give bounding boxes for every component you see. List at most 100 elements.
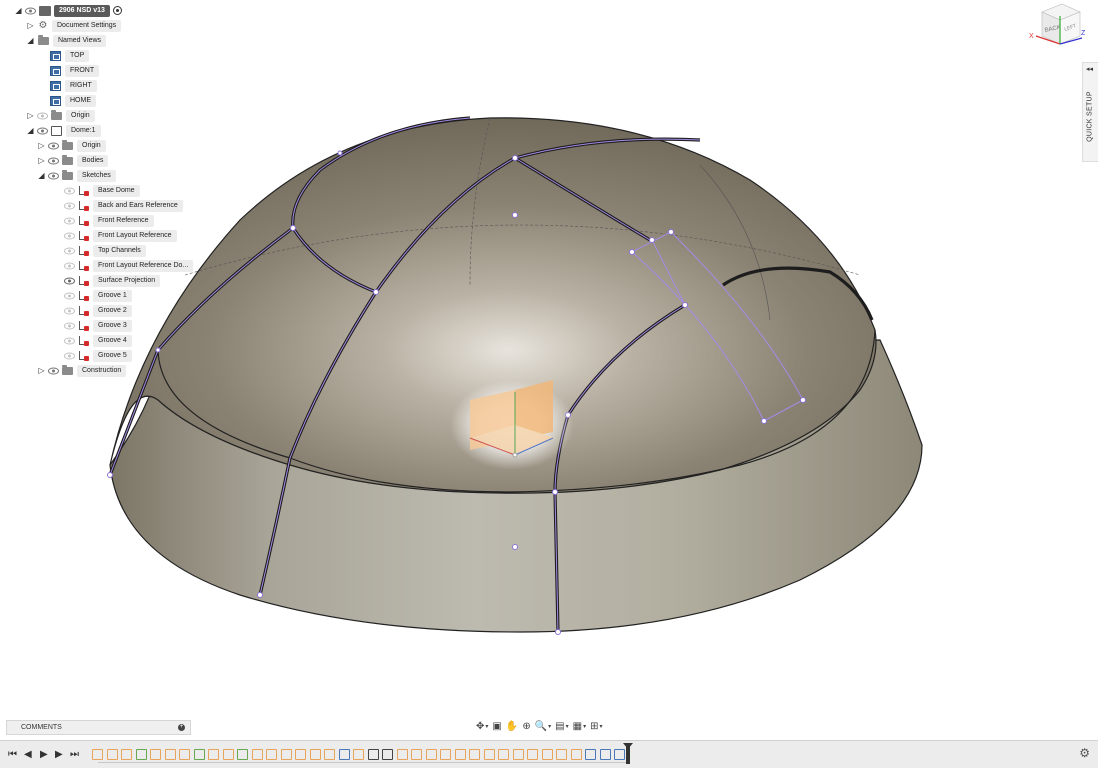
tree-item-component[interactable]: ◢ Dome:1 [26,124,101,137]
eye-icon[interactable] [64,321,75,330]
eye-icon[interactable] [25,6,36,15]
look-at-icon[interactable]: ▣ [492,719,501,733]
collapse-arrow-icon[interactable]: ◢ [26,125,35,136]
timeline-feature-icon[interactable] [556,749,567,760]
eye-icon[interactable] [37,111,48,120]
eye-icon[interactable] [64,261,75,270]
play-button[interactable]: ▶ [40,749,48,760]
timeline-feature-icon[interactable] [541,749,553,760]
fit-icon[interactable]: 🔍 ▾ [535,719,551,733]
orbit-icon[interactable]: ✥ ▾ [476,719,488,733]
eye-icon[interactable] [48,171,59,180]
timeline-feature-icon[interactable] [396,749,408,760]
eye-icon[interactable] [64,246,75,255]
timeline-feature-icon[interactable] [309,749,321,760]
tree-item-sketch[interactable]: Groove 1 [62,289,132,302]
document-title[interactable]: 2906 NSD v13 [54,4,110,17]
timeline-feature-icon[interactable] [614,749,625,760]
timeline-feature-icon[interactable] [353,749,364,760]
timeline-feature-icon[interactable] [469,749,480,760]
timeline-feature-icon[interactable] [440,749,451,760]
pan-icon[interactable]: ✋ [506,719,518,733]
expand-arrow-icon[interactable]: ▷ [37,365,46,376]
grid-settings-icon[interactable]: ▦ ▾ [573,719,586,733]
gear-icon[interactable]: ⚙ [1079,746,1090,760]
expand-arrow-icon[interactable]: ▷ [37,155,46,166]
tree-item-sketch[interactable]: Groove 4 [62,334,132,347]
eye-icon[interactable] [64,216,75,225]
eye-icon[interactable] [48,156,59,165]
expand-arrow-icon[interactable]: ▷ [37,140,46,151]
timeline-feature-icon[interactable] [208,749,219,760]
tree-item-view-right[interactable]: RIGHT [48,79,97,92]
tree-item-sketch[interactable]: Front Reference [62,214,154,227]
timeline-marker[interactable] [623,743,633,764]
timeline-feature-icon[interactable] [280,749,292,760]
timeline-feature-icon[interactable] [150,749,161,760]
timeline-feature-icon[interactable] [193,749,205,760]
eye-icon[interactable] [64,336,75,345]
tree-item-sketches[interactable]: ◢ Sketches [37,169,116,182]
step-forward-button[interactable]: ▶ [55,749,63,760]
expand-arrow-icon[interactable]: ▷ [26,20,35,31]
eye-icon[interactable] [48,141,59,150]
timeline-feature-icon[interactable] [266,749,277,760]
eye-icon[interactable] [64,201,75,210]
timeline-feature-icon[interactable] [425,749,437,760]
timeline-feature-icon[interactable] [251,749,263,760]
tree-item-component-origin[interactable]: ▷ Origin [37,139,106,152]
activate-target-icon[interactable] [112,6,122,15]
tree-item-named-views[interactable]: ◢ Named Views [26,34,107,47]
timeline-feature-icon[interactable] [512,749,524,760]
timeline-feature-icon[interactable] [237,749,248,760]
eye-icon[interactable] [37,126,48,135]
collapse-arrow-icon[interactable]: ◢ [14,5,23,16]
add-comment-button[interactable]: + [178,724,185,731]
tree-root[interactable]: ◢ 2906 NSD v13 [14,4,122,17]
collapse-arrows-icon[interactable]: ◂◂ [1086,65,1093,73]
timeline-feature-icon[interactable] [338,749,350,760]
zoom-icon[interactable]: ⊕ [522,719,530,733]
eye-icon[interactable] [64,291,75,300]
comments-panel[interactable]: COMMENTS + [6,720,191,735]
timeline-feature-icon[interactable] [498,749,509,760]
timeline-feature-icon[interactable] [585,749,596,760]
timeline-feature-icon[interactable] [295,749,306,760]
tree-item-sketch[interactable]: Front Layout Reference Do... [62,259,194,272]
timeline-feature-icon[interactable] [135,749,147,760]
timeline-feature-icon[interactable] [570,749,582,760]
tree-item-bodies[interactable]: ▷ Bodies [37,154,109,167]
timeline-feature-icon[interactable] [382,749,393,760]
eye-icon[interactable] [48,366,59,375]
tree-item-sketch[interactable]: Top Channels [62,244,146,257]
display-settings-icon[interactable]: ▤ ▾ [555,719,568,733]
timeline-feature-icon[interactable] [121,749,132,760]
tree-item-sketch[interactable]: Groove 3 [62,319,132,332]
expand-arrow-icon[interactable]: ▷ [26,110,35,121]
eye-icon[interactable] [64,306,75,315]
timeline-feature-icon[interactable] [527,749,538,760]
tree-item-sketch[interactable]: Surface Projection [62,274,161,287]
eye-icon[interactable] [64,276,75,285]
collapse-arrow-icon[interactable]: ◢ [37,170,46,181]
view-cube[interactable]: BACK LEFT X Z [1028,2,1088,52]
timeline-feature-icon[interactable] [106,749,118,760]
tree-item-construction[interactable]: ▷ Construction [37,364,127,377]
tree-item-sketch[interactable]: Groove 2 [62,304,132,317]
timeline-feature-icon[interactable] [367,749,379,760]
timeline-feature-icon[interactable] [324,749,335,760]
collapse-arrow-icon[interactable]: ◢ [26,35,35,46]
viewports-icon[interactable]: ⊞ ▾ [590,719,602,733]
timeline-feature-icon[interactable] [483,749,495,760]
tree-item-sketch[interactable]: Base Dome [62,184,140,197]
eye-icon[interactable] [64,351,75,360]
timeline-feature-icon[interactable] [411,749,422,760]
tree-item-document-settings[interactable]: ▷ ⚙ Document Settings [26,19,122,32]
go-to-end-button[interactable]: ⏭ [70,749,79,760]
go-to-start-button[interactable]: ⏮ [8,749,17,760]
tree-item-view-top[interactable]: TOP [48,49,90,62]
tree-item-origin[interactable]: ▷ Origin [26,109,95,122]
quick-setup-tab[interactable]: ◂◂ QUICK SETUP [1082,62,1098,162]
timeline-feature-icon[interactable] [164,749,176,760]
timeline-feature-icon[interactable] [179,749,190,760]
